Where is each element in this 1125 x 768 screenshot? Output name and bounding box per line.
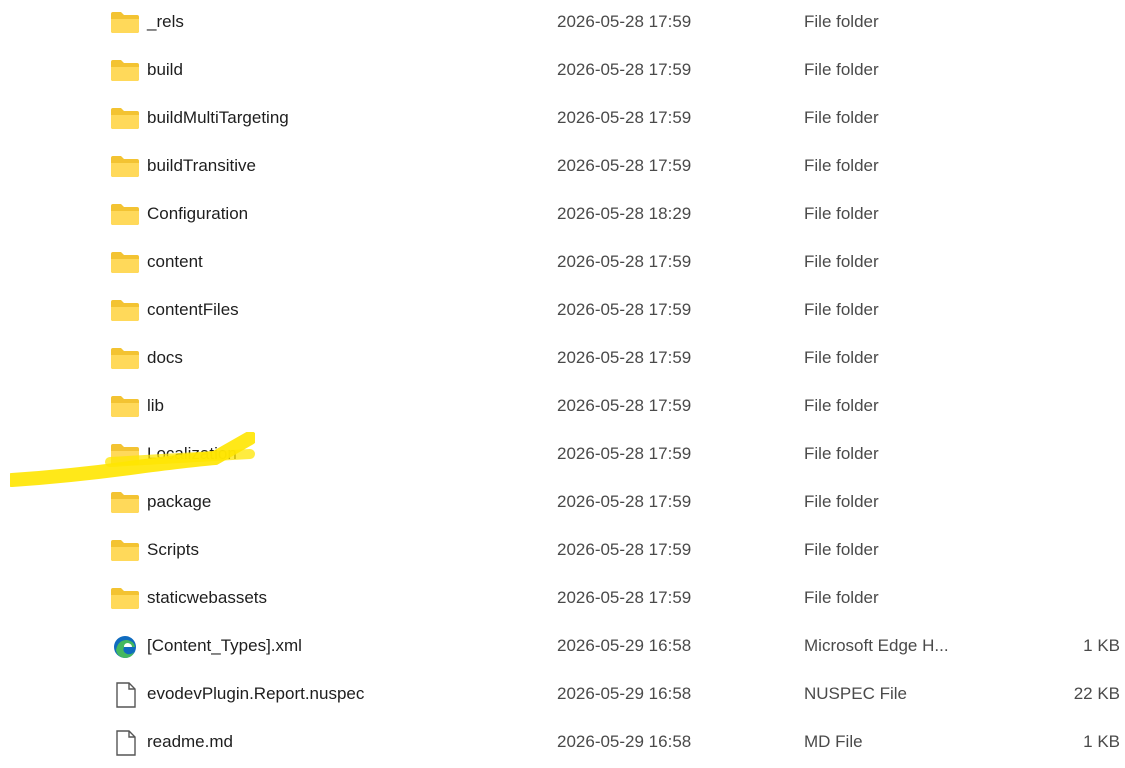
folder-icon	[110, 250, 140, 276]
folder-icon	[110, 106, 140, 132]
file-type: NUSPEC File	[804, 684, 907, 703]
file-type: File folder	[804, 588, 879, 607]
list-item[interactable]: lib 2026-05-28 17:59 File folder	[0, 384, 1125, 432]
date-modified: 2026-05-29 16:58	[557, 732, 692, 751]
list-item[interactable]: buildTransitive 2026-05-28 17:59 File fo…	[0, 144, 1125, 192]
date-modified: 2026-05-28 17:59	[557, 444, 692, 463]
file-type: File folder	[804, 12, 879, 31]
file-name: Scripts	[147, 540, 199, 559]
folder-icon	[110, 490, 140, 516]
file-size: 1 KB	[1083, 636, 1120, 655]
file-type: File folder	[804, 156, 879, 175]
folder-icon	[110, 10, 140, 36]
list-item[interactable]: package 2026-05-28 17:59 File folder	[0, 480, 1125, 528]
file-type: File folder	[804, 300, 879, 319]
file-name: [Content_Types].xml	[147, 636, 302, 655]
date-modified: 2026-05-28 17:59	[557, 588, 692, 607]
file-name: Configuration	[147, 204, 249, 223]
date-modified: 2026-05-28 17:59	[557, 156, 692, 175]
file-name: content	[147, 252, 203, 271]
file-type: File folder	[804, 540, 879, 559]
file-type: MD File	[804, 732, 863, 751]
file-name: evodevPlugin.Report.nuspec	[147, 684, 365, 703]
list-item[interactable]: contentFiles 2026-05-28 17:59 File folde…	[0, 288, 1125, 336]
file-type: File folder	[804, 396, 879, 415]
list-item[interactable]: staticwebassets 2026-05-28 17:59 File fo…	[0, 576, 1125, 624]
file-name: docs	[147, 348, 183, 367]
date-modified: 2026-05-29 16:58	[557, 684, 692, 703]
file-list: _rels 2026-05-28 17:59 File folder build…	[0, 0, 1125, 756]
file-type: File folder	[804, 348, 879, 367]
list-item[interactable]: [Content_Types].xml 2026-05-29 16:58 Mic…	[0, 624, 1125, 672]
date-modified: 2026-05-28 17:59	[557, 540, 692, 559]
date-modified: 2026-05-28 17:59	[557, 252, 692, 271]
file-type: File folder	[804, 60, 879, 79]
date-modified: 2026-05-28 17:59	[557, 396, 692, 415]
file-type: File folder	[804, 204, 879, 223]
folder-icon	[110, 202, 140, 228]
file-type: Microsoft Edge H...	[804, 636, 949, 655]
list-item[interactable]: _rels 2026-05-28 17:59 File folder	[0, 0, 1125, 48]
list-item[interactable]: buildMultiTargeting 2026-05-28 17:59 Fil…	[0, 96, 1125, 144]
list-item[interactable]: readme.md 2026-05-29 16:58 MD File 1 KB	[0, 720, 1125, 768]
list-item[interactable]: evodevPlugin.Report.nuspec 2026-05-29 16…	[0, 672, 1125, 720]
edge-icon	[110, 634, 140, 660]
date-modified: 2026-05-28 17:59	[557, 492, 692, 511]
date-modified: 2026-05-28 17:59	[557, 108, 692, 127]
file-name: package	[147, 492, 212, 511]
date-modified: 2026-05-28 17:59	[557, 60, 692, 79]
folder-icon	[110, 298, 140, 324]
folder-icon	[110, 154, 140, 180]
folder-icon	[110, 538, 140, 564]
file-name: buildMultiTargeting	[147, 108, 289, 127]
list-item[interactable]: Configuration 2026-05-28 18:29 File fold…	[0, 192, 1125, 240]
folder-icon	[110, 394, 140, 420]
file-name: readme.md	[147, 732, 233, 751]
file-name: buildTransitive	[147, 156, 256, 175]
folder-icon	[110, 346, 140, 372]
file-name: contentFiles	[147, 300, 239, 319]
file-icon	[110, 730, 140, 756]
file-name: build	[147, 60, 183, 79]
list-item[interactable]: content 2026-05-28 17:59 File folder	[0, 240, 1125, 288]
file-type: File folder	[804, 444, 879, 463]
date-modified: 2026-05-28 17:59	[557, 348, 692, 367]
file-name: staticwebassets	[147, 588, 267, 607]
folder-icon	[110, 442, 140, 468]
folder-icon	[110, 58, 140, 84]
date-modified: 2026-05-28 17:59	[557, 300, 692, 319]
file-icon	[110, 682, 140, 708]
list-item[interactable]: build 2026-05-28 17:59 File folder	[0, 48, 1125, 96]
file-name: lib	[147, 396, 165, 415]
file-type: File folder	[804, 252, 879, 271]
list-item[interactable]: Scripts 2026-05-28 17:59 File folder	[0, 528, 1125, 576]
list-item[interactable]: Localization 2026-05-28 17:59 File folde…	[0, 432, 1125, 480]
date-modified: 2026-05-29 16:58	[557, 636, 692, 655]
date-modified: 2026-05-28 17:59	[557, 12, 692, 31]
file-size: 22 KB	[1073, 684, 1120, 703]
list-item[interactable]: docs 2026-05-28 17:59 File folder	[0, 336, 1125, 384]
date-modified: 2026-05-28 18:29	[557, 204, 692, 223]
folder-icon	[110, 586, 140, 612]
file-name: Localization	[147, 444, 237, 463]
file-type: File folder	[804, 492, 879, 511]
file-size: 1 KB	[1083, 732, 1120, 751]
file-type: File folder	[804, 108, 879, 127]
file-name: _rels	[147, 12, 184, 31]
